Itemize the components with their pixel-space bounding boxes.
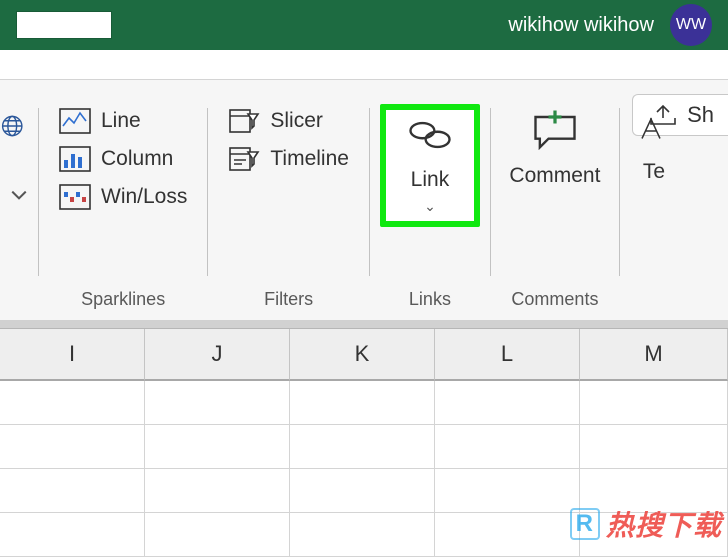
filters-group-label: Filters: [208, 281, 369, 320]
cell[interactable]: [580, 425, 728, 469]
sparkline-line-button[interactable]: Line: [53, 104, 193, 138]
filters-group: Slicer Timeline Filters: [208, 100, 369, 320]
slicer-label: Slicer: [270, 109, 323, 133]
cell[interactable]: [145, 381, 290, 425]
comment-label: Comment: [509, 164, 600, 188]
titlebar: wikihow wikihow WW: [0, 0, 728, 50]
text-group-partial: Te: [620, 100, 688, 320]
slicer-icon: [228, 108, 260, 134]
column-headers: I J K L M: [0, 328, 728, 381]
watermark: R 热搜下载: [570, 504, 722, 544]
sparkline-line-icon: [59, 108, 91, 134]
sparkline-line-label: Line: [101, 109, 141, 133]
col-header[interactable]: L: [435, 329, 580, 381]
watermark-r: R: [570, 508, 600, 540]
sparkline-column-button[interactable]: Column: [53, 142, 193, 176]
links-group-label: Links: [370, 281, 490, 320]
watermark-text: 热搜下载: [606, 504, 722, 544]
cell[interactable]: [290, 425, 435, 469]
user-area: wikihow wikihow WW: [508, 4, 712, 46]
sparkline-winloss-label: Win/Loss: [101, 185, 187, 209]
cell[interactable]: [145, 469, 290, 513]
sparkline-winloss-icon: [59, 184, 91, 210]
partial-left-group: [0, 100, 38, 320]
col-header[interactable]: I: [0, 329, 145, 381]
avatar[interactable]: WW: [670, 4, 712, 46]
username-label: wikihow wikihow: [508, 14, 654, 37]
globe-icon[interactable]: [0, 112, 28, 140]
share-label: Sh: [687, 102, 714, 128]
comment-icon: [529, 110, 581, 150]
cell[interactable]: [145, 425, 290, 469]
ribbon: Sh Line Column Win/Loss: [0, 80, 728, 320]
timeline-label: Timeline: [270, 147, 349, 171]
comments-group-label: Comments: [491, 281, 619, 320]
cell[interactable]: [435, 469, 580, 513]
text-icon: [639, 110, 669, 146]
sparkline-winloss-button[interactable]: Win/Loss: [53, 180, 193, 214]
cell[interactable]: [290, 381, 435, 425]
link-button[interactable]: Link ⌄: [380, 104, 480, 227]
sparkline-column-icon: [59, 146, 91, 172]
comments-group: Comment Comments: [491, 100, 619, 320]
col-header[interactable]: J: [145, 329, 290, 381]
sparklines-group-label: Sparklines: [39, 281, 207, 320]
cell[interactable]: [0, 425, 145, 469]
cell[interactable]: [435, 381, 580, 425]
text-button[interactable]: Te: [634, 104, 674, 190]
text-label: Te: [643, 160, 665, 184]
cell[interactable]: [290, 513, 435, 557]
col-header[interactable]: M: [580, 329, 728, 381]
timeline-button[interactable]: Timeline: [222, 142, 355, 176]
col-header[interactable]: K: [290, 329, 435, 381]
cell[interactable]: [145, 513, 290, 557]
quick-access-bar: [0, 50, 728, 80]
chevron-down-icon[interactable]: [10, 188, 28, 202]
chevron-down-icon: ⌄: [424, 198, 436, 215]
cell[interactable]: [0, 513, 145, 557]
name-box-input[interactable]: [16, 11, 112, 39]
sparklines-group: Line Column Win/Loss Sparklines: [39, 100, 207, 320]
link-label: Link: [411, 168, 450, 192]
links-group: Link ⌄ Links: [370, 100, 490, 320]
link-icon: [404, 116, 456, 154]
cell[interactable]: [290, 469, 435, 513]
slicer-button[interactable]: Slicer: [222, 104, 355, 138]
cell[interactable]: [435, 513, 580, 557]
cell[interactable]: [0, 469, 145, 513]
sparkline-column-label: Column: [101, 147, 173, 171]
cell[interactable]: [0, 381, 145, 425]
timeline-icon: [228, 146, 260, 172]
cell[interactable]: [435, 425, 580, 469]
cell[interactable]: [580, 381, 728, 425]
comment-button[interactable]: Comment: [505, 104, 605, 194]
